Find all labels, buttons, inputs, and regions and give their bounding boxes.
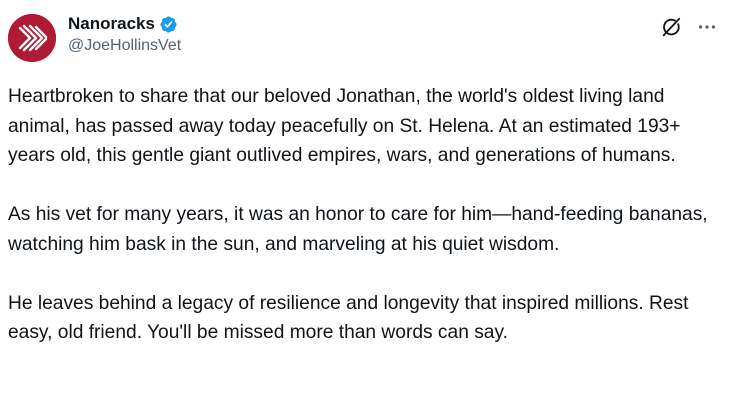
- avatar[interactable]: [8, 14, 56, 62]
- display-name[interactable]: Nanoracks: [68, 14, 155, 34]
- verified-badge-icon[interactable]: [159, 15, 178, 34]
- tweet-header: Nanoracks @JoeHollinsVet: [8, 10, 718, 62]
- more-icon[interactable]: [696, 16, 718, 38]
- tweet-paragraph: Heartbroken to share that our beloved Jo…: [8, 86, 681, 166]
- nanoracks-logo-icon: [8, 14, 56, 62]
- author-handle[interactable]: @JoeHollinsVet: [68, 37, 181, 55]
- tweet-paragraph: He leaves behind a legacy of resilience …: [8, 292, 689, 344]
- header-actions: [660, 16, 718, 38]
- tweet-text: Heartbroken to share that our beloved Jo…: [8, 82, 722, 377]
- tweet-paragraph: As his vet for many years, it was an hon…: [8, 204, 708, 255]
- grok-icon[interactable]: [660, 16, 682, 38]
- tweet: Nanoracks @JoeHollinsVet Heartbroken to …: [0, 0, 730, 413]
- author-names: Nanoracks @JoeHollinsVet: [68, 13, 181, 55]
